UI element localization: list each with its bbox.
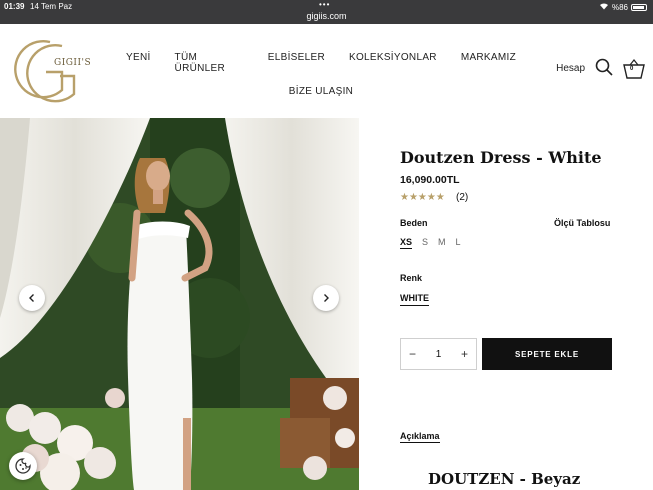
quantity-value[interactable]: 1 xyxy=(436,349,442,360)
main-nav: YENİ TÜM ÜRÜNLER ELBİSELER KOLEKSİYONLAR… xyxy=(126,52,516,97)
nav-item-collections[interactable]: KOLEKSİYONLAR xyxy=(349,52,437,74)
address-bar[interactable]: gigiis.com xyxy=(0,11,653,21)
logo-text: GIGII'S xyxy=(53,58,93,68)
description-title: DOUTZEN - Beyaz xyxy=(428,470,581,488)
review-count[interactable]: (2) xyxy=(456,192,468,203)
status-time: 01:39 xyxy=(4,2,25,11)
product-photo xyxy=(0,118,359,490)
nav-item-dresses[interactable]: ELBİSELER xyxy=(268,52,325,74)
status-bar: 01:39 14 Tem Paz ••• gigiis.com %86 xyxy=(0,0,653,24)
nav-item-contact[interactable]: BİZE ULAŞIN xyxy=(289,86,353,97)
cookie-settings-button[interactable] xyxy=(9,452,37,480)
cart-icon[interactable]: 0 xyxy=(623,58,645,79)
product-title: Doutzen Dress - White xyxy=(400,148,602,167)
prev-image-button[interactable] xyxy=(19,285,45,311)
header-actions: Hesap 0 xyxy=(556,58,645,79)
size-label: Beden xyxy=(400,218,428,228)
battery-percent: %86 xyxy=(611,2,628,12)
size-option-s[interactable]: S xyxy=(422,237,428,249)
nav-item-our-brand[interactable]: MARKAMIZ xyxy=(461,52,516,74)
site-header: GIGII'S YENİ TÜM ÜRÜNLER ELBİSELER KOLEK… xyxy=(0,24,653,118)
cart-count: 0 xyxy=(630,65,634,72)
next-image-button[interactable] xyxy=(313,285,339,311)
status-right: %86 xyxy=(599,2,647,12)
brand-logo[interactable]: GIGII'S xyxy=(10,34,100,106)
quantity-stepper: − 1 + xyxy=(400,338,477,370)
status-date: 14 Tem Paz xyxy=(30,2,73,11)
description-tab[interactable]: Açıklama xyxy=(400,431,440,443)
wifi-icon xyxy=(599,2,609,12)
size-option-xs[interactable]: XS xyxy=(400,237,413,249)
chevron-right-icon xyxy=(324,294,329,302)
nav-item-all-products[interactable]: TÜM ÜRÜNLER xyxy=(175,52,244,74)
cookie-icon xyxy=(15,458,31,474)
size-options: XS S M L xyxy=(400,237,461,249)
account-link[interactable]: Hesap xyxy=(556,63,585,74)
decrease-quantity-button[interactable]: − xyxy=(409,347,416,361)
product-image[interactable] xyxy=(0,118,359,490)
nav-row-2: BİZE ULAŞIN xyxy=(126,86,516,97)
add-to-cart-button[interactable]: SEPETE EKLE xyxy=(482,338,612,370)
battery-icon xyxy=(631,3,647,11)
search-icon[interactable] xyxy=(595,58,613,79)
rating-stars[interactable]: ★★★★★ xyxy=(400,192,445,203)
color-label: Renk xyxy=(400,273,423,283)
color-option-white[interactable]: WHITE xyxy=(400,293,429,306)
nav-row-1: YENİ TÜM ÜRÜNLER ELBİSELER KOLEKSİYONLAR… xyxy=(126,52,516,74)
increase-quantity-button[interactable]: + xyxy=(461,347,468,361)
size-option-m[interactable]: M xyxy=(438,237,446,249)
size-option-l[interactable]: L xyxy=(456,237,461,249)
multitask-dots-icon[interactable]: ••• xyxy=(319,0,330,9)
product-price: 16,090.00TL xyxy=(400,174,460,186)
chevron-left-icon xyxy=(29,294,34,302)
size-guide-link[interactable]: Ölçü Tablosu xyxy=(554,218,610,228)
nav-item-new[interactable]: YENİ xyxy=(126,52,151,74)
